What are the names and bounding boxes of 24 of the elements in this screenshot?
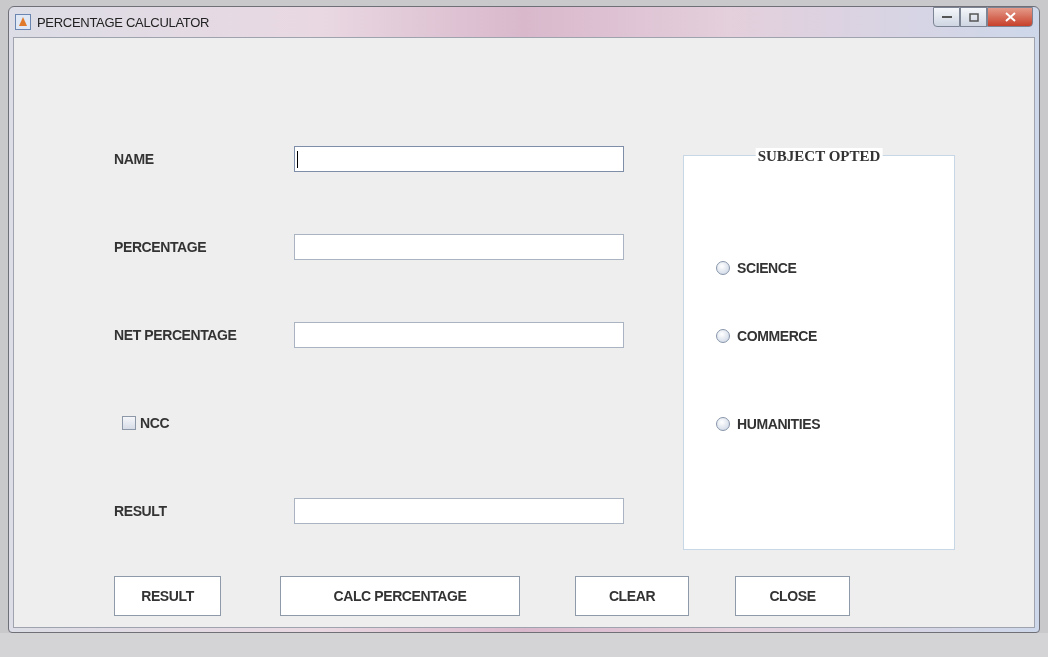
- field-label: NAME: [114, 151, 155, 167]
- text-field[interactable]: [294, 498, 624, 524]
- action-button[interactable]: RESULT: [114, 576, 221, 616]
- app-icon: [15, 14, 31, 30]
- action-button[interactable]: CLEAR: [575, 576, 689, 616]
- close-icon: [1004, 12, 1016, 22]
- radio-option[interactable]: SCIENCE: [716, 256, 954, 280]
- ncc-checkbox[interactable]: NCC: [122, 415, 170, 431]
- field-label: PERCENTAGE: [114, 239, 208, 255]
- maximize-button[interactable]: [960, 7, 987, 27]
- text-field[interactable]: [294, 322, 624, 348]
- radio-option[interactable]: HUMANITIES: [716, 412, 954, 436]
- field-label: NET PERCENTAGE: [114, 327, 238, 343]
- action-button[interactable]: CLOSE: [735, 576, 850, 616]
- minimize-button[interactable]: [933, 7, 960, 27]
- text-field[interactable]: [294, 234, 624, 260]
- close-button[interactable]: [987, 7, 1033, 27]
- window-title: PERCENTAGE CALCULATOR: [37, 14, 210, 30]
- radio-option[interactable]: COMMERCE: [716, 324, 954, 348]
- action-button[interactable]: CALC PERCENTAGE: [280, 576, 520, 616]
- text-field[interactable]: [294, 146, 624, 172]
- maximize-icon: [968, 12, 979, 22]
- minimize-icon: [941, 15, 952, 19]
- field-label: RESULT: [114, 503, 168, 519]
